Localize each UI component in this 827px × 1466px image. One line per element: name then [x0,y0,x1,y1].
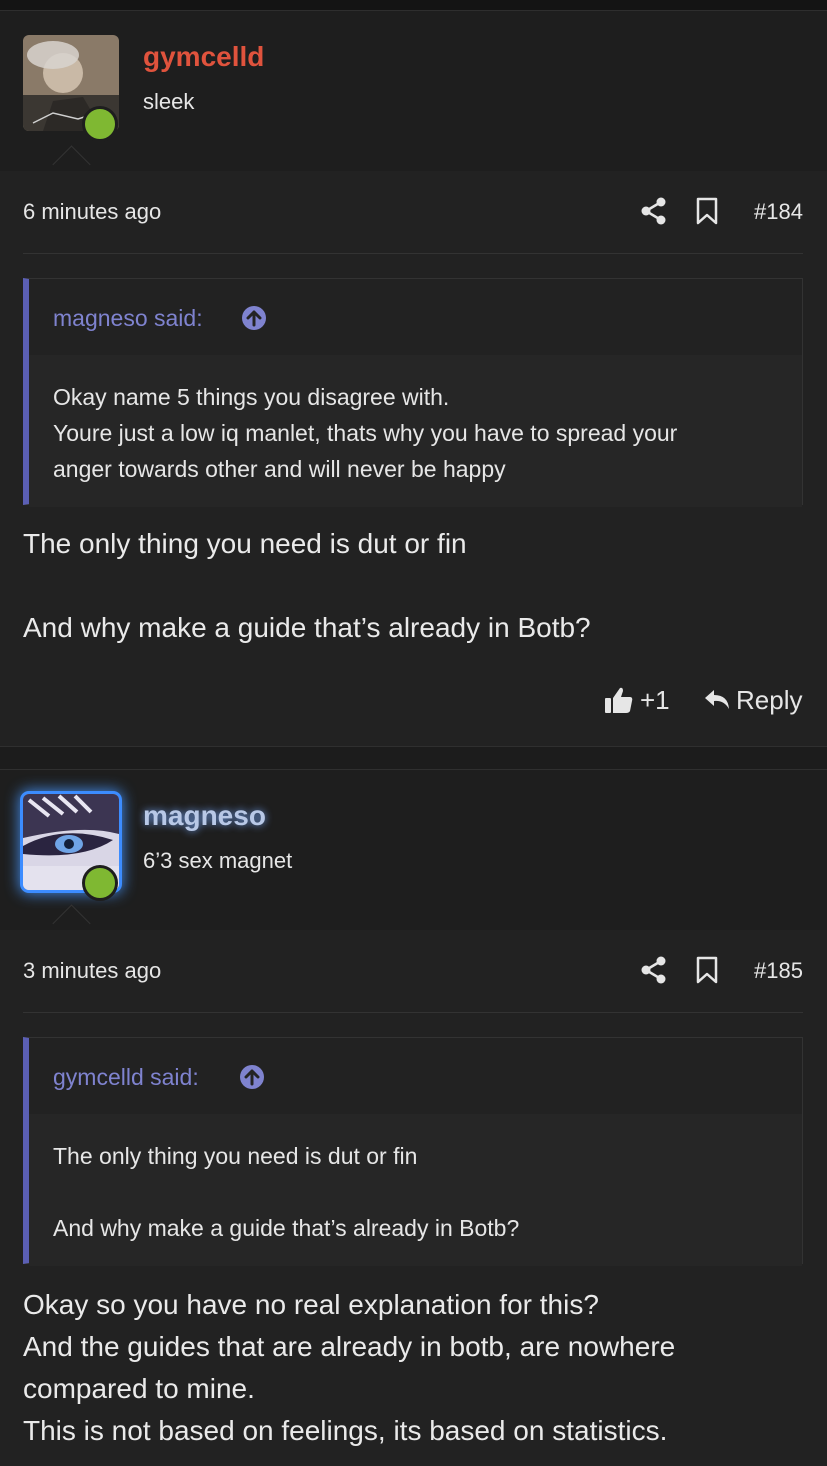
message-line: The only thing you need is dut or fin [23,528,467,559]
post-body: 3 minutes ago #185 gymcelld said: The on… [0,930,827,1466]
quote-header: magneso said: [29,279,802,355]
reaction-count[interactable]: +1 [640,685,670,716]
quote-block: magneso said: Okay name 5 things you dis… [23,278,803,507]
message-line: This is not based on feelings, its based… [23,1415,668,1446]
message-line: compared to mine. [23,1373,255,1404]
quote-header: gymcelld said: [29,1038,802,1114]
message-line: Okay so you have no real explanation for… [23,1289,599,1320]
timestamp[interactable]: 3 minutes ago [23,958,161,984]
timestamp[interactable]: 6 minutes ago [23,199,161,225]
user-block: gymcelld sleek [0,11,827,184]
post-number[interactable]: #184 [754,199,803,225]
post-number[interactable]: #185 [754,958,803,984]
bookmark-icon[interactable] [694,956,720,984]
quote-attribution[interactable]: gymcelld said: [53,1064,199,1091]
user-block: magneso 6’3 sex magnet [0,770,827,943]
quote-line: And why make a guide that’s already in B… [53,1215,520,1241]
arrow-up-circle-icon[interactable] [241,305,267,331]
bookmark-icon[interactable] [694,197,720,225]
post-body: 6 minutes ago #184 magneso said: Okay na… [0,171,827,746]
share-icon[interactable] [640,197,668,225]
quote-line: Youre just a low iq manlet, thats why yo… [53,420,678,446]
author-name[interactable]: gymcelld [143,41,264,73]
quote-text: The only thing you need is dut or fin An… [29,1114,802,1266]
quote-block: gymcelld said: The only thing you need i… [23,1037,803,1266]
post-184: gymcelld sleek 6 minutes ago #184 magnes… [0,11,827,746]
author-name[interactable]: magneso [143,800,266,832]
quote-line: Okay name 5 things you disagree with. [53,384,450,410]
quote-line: anger towards other and will never be ha… [53,456,506,482]
online-status-dot [82,865,118,901]
reply-button[interactable]: Reply [736,685,802,716]
quote-attribution[interactable]: magneso said: [53,305,203,332]
quote-text: Okay name 5 things you disagree with. Yo… [29,355,802,507]
message-text: The only thing you need is dut or fin An… [23,523,803,649]
post-actions: +1 Reply [0,681,803,721]
post-meta: 3 minutes ago #185 [23,930,803,1013]
thumbs-up-icon[interactable] [604,685,634,715]
message-line: And why make a guide that’s already in B… [23,612,591,643]
arrow-up-circle-icon[interactable] [239,1064,265,1090]
post-185: magneso 6’3 sex magnet 3 minutes ago #18… [0,770,827,1466]
user-title: sleek [143,89,195,114]
online-status-dot [82,106,118,142]
message-line: And the guides that are already in botb,… [23,1331,676,1362]
user-title: 6’3 sex magnet [143,848,293,873]
reply-icon[interactable] [703,687,731,713]
quote-line: The only thing you need is dut or fin [53,1143,418,1169]
post-meta: 6 minutes ago #184 [23,171,803,254]
share-icon[interactable] [640,956,668,984]
post-separator [0,746,827,770]
message-text: Okay so you have no real explanation for… [23,1284,803,1452]
top-edge [0,0,827,11]
